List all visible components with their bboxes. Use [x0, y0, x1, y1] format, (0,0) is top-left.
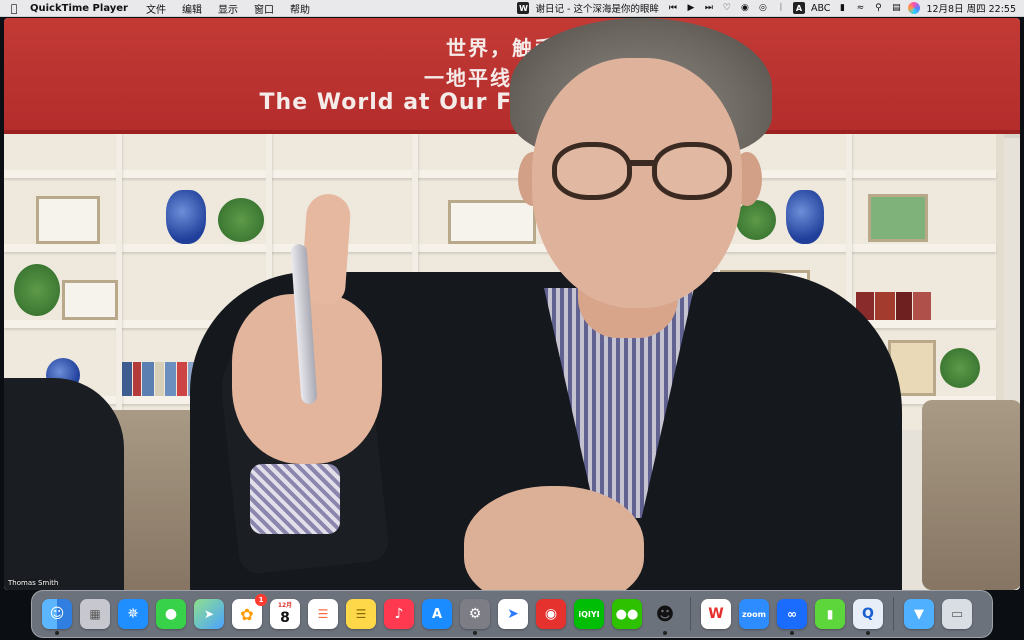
calendar-month: 12月	[277, 602, 293, 609]
heart-icon[interactable]: ♡	[721, 2, 733, 14]
battery-icon[interactable]: ▮	[836, 2, 848, 14]
video-call-window[interactable]: 世界，触手可 一地平线全球青年 The World at Our Fingert…	[4, 18, 1020, 590]
potted-plant	[14, 264, 60, 316]
menu-file[interactable]: 文件	[138, 1, 174, 16]
iqiyi-sports-icon[interactable]: ▮	[815, 599, 845, 629]
framed-fan	[62, 280, 118, 320]
messages-icon[interactable]: ●	[156, 599, 186, 629]
wechat-icon[interactable]: ●●	[612, 599, 642, 629]
trash-icon[interactable]: ▭	[942, 599, 972, 629]
music-app-status-icon[interactable]: W	[517, 2, 530, 14]
app-store-icon[interactable]: A	[422, 599, 452, 629]
dock-separator	[893, 597, 894, 631]
partial-person-left	[4, 378, 124, 590]
share-icon[interactable]: ◉	[739, 2, 751, 14]
system-preferences-icon[interactable]: ⚙	[460, 599, 490, 635]
apple-menu-icon[interactable]: 	[0, 2, 28, 15]
blue-vase	[166, 190, 206, 244]
menubar-clock[interactable]: 12月8日 周四 22:55	[926, 1, 1016, 15]
safari-icon[interactable]: ✵	[118, 599, 148, 629]
dock-separator	[690, 597, 691, 631]
book-row	[856, 292, 936, 320]
netease-music-icon[interactable]: ◉	[536, 599, 566, 629]
wps-icon[interactable]: W	[701, 599, 731, 629]
framed-calligraphy	[36, 196, 100, 244]
framed-painting	[448, 200, 536, 244]
notes-icon[interactable]: ☰	[346, 599, 376, 629]
menu-help[interactable]: 帮助	[282, 1, 318, 16]
calendar-day: 8	[280, 610, 290, 626]
menu-view[interactable]: 显示	[210, 1, 246, 16]
menu-edit[interactable]: 编辑	[174, 1, 210, 16]
dock: ☺ ▦ ✵ ● ➤ ✿ 1 12月 8 ☰ ☰ ♪ A ⚙ ➤ ◉ iQIYI …	[31, 590, 993, 638]
calendar-icon[interactable]: 12月 8	[270, 599, 300, 629]
quicktime-icon[interactable]: Q	[853, 599, 883, 635]
control-center-icon[interactable]: ▤	[890, 2, 902, 14]
launchpad-icon[interactable]: ▦	[80, 599, 110, 629]
menubar:  QuickTime Player 文件 编辑 显示 窗口 帮助 W 谢日记 …	[0, 0, 1024, 17]
finder-icon[interactable]: ☺	[42, 599, 72, 635]
search-icon[interactable]: ⚲	[872, 2, 884, 14]
resting-hand	[464, 486, 644, 590]
menu-window[interactable]: 窗口	[246, 1, 282, 16]
siri-icon[interactable]	[908, 2, 921, 14]
qq-icon[interactable]: ☻	[650, 599, 680, 635]
wifi-icon[interactable]: ≈	[854, 2, 866, 14]
photos-icon[interactable]: ✿ 1	[232, 594, 267, 629]
iqiyi-icon[interactable]: iQIYI	[574, 599, 604, 629]
music-icon[interactable]: ♪	[384, 599, 414, 629]
potted-plant	[940, 348, 980, 388]
downloads-folder-icon[interactable]: ▼	[904, 599, 934, 629]
bluetooth-icon[interactable]: ᛁ	[775, 2, 787, 14]
eyeglasses	[552, 142, 732, 202]
framed-landscape	[868, 194, 928, 242]
potted-plant	[736, 200, 776, 240]
next-track-icon[interactable]: ⏭	[703, 2, 715, 14]
potted-plant	[218, 198, 264, 242]
reminders-icon[interactable]: ☰	[308, 599, 338, 629]
zoom-icon[interactable]: zoom	[739, 599, 769, 629]
blue-vase	[786, 190, 824, 244]
app-menu-quicktime[interactable]: QuickTime Player	[28, 3, 138, 14]
feishu-icon[interactable]: ➤	[498, 599, 528, 629]
input-method-label[interactable]: ABC	[811, 3, 830, 14]
banner-title-chinese: 世界，触手可	[446, 36, 578, 60]
tencent-meeting-icon[interactable]: ∞	[777, 599, 807, 635]
maps-icon[interactable]: ➤	[194, 599, 224, 629]
now-playing-title[interactable]: 谢日记 - 这个深海是你的眼眸	[535, 1, 658, 15]
chair-right	[922, 400, 1020, 590]
photos-badge: 1	[255, 594, 267, 606]
record-icon[interactable]: ◎	[757, 2, 769, 14]
participant-name-label: Thomas Smith	[8, 579, 59, 587]
input-source-icon[interactable]: A	[792, 2, 805, 14]
play-icon[interactable]: ▶	[685, 2, 697, 14]
previous-track-icon[interactable]: ⏮	[667, 2, 679, 14]
shirt-cuff	[250, 464, 340, 534]
